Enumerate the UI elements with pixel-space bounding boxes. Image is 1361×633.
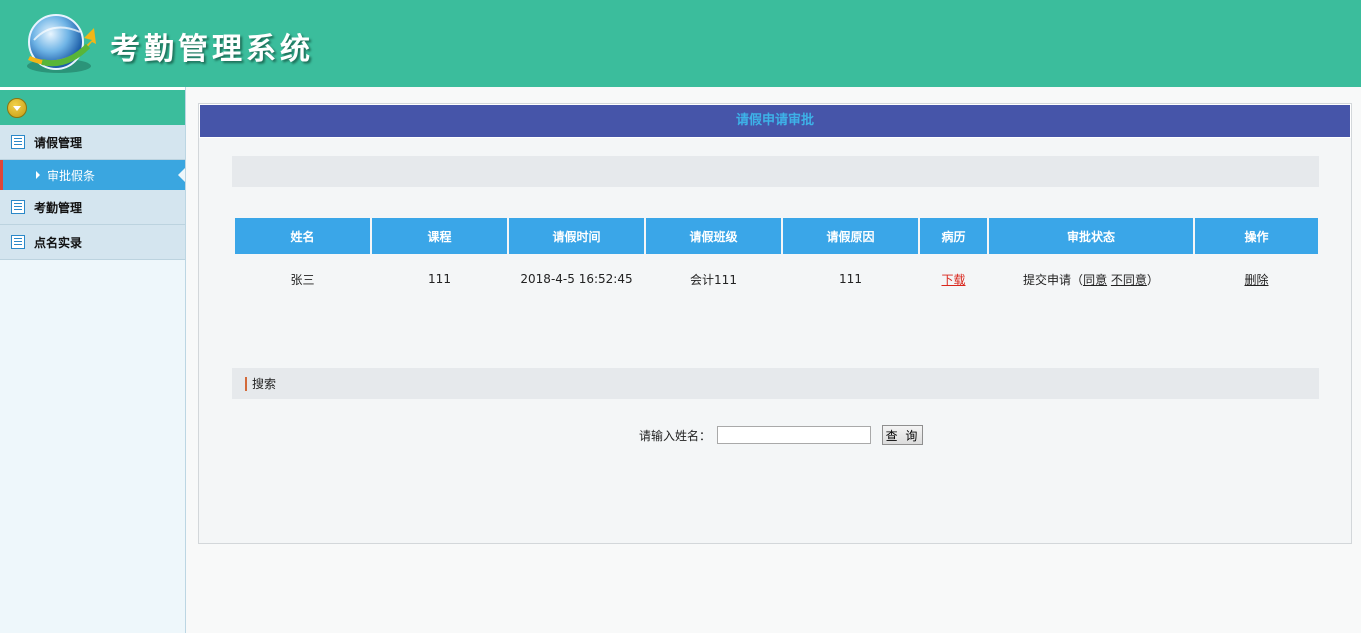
cell-time: 2018-4-5 16:52:45 [520,272,633,286]
column-header-reason: 请假原因 [783,218,918,254]
column-header-record: 病历 [920,218,987,254]
nav-group-label: 考勤管理 [34,200,83,215]
cell-action: 删除 [1195,254,1318,304]
table-row: 张三 111 2018-4-5 16:52:45 会计111 111 下载 提交… [235,254,1318,304]
approval-panel: 请假申请审批 姓名 课程 请假时间 请假班级 请假原因 病历 审批状态 操作 张… [198,103,1352,544]
agree-link[interactable]: 同意 [1083,273,1107,287]
nav-group-label: 点名实录 [34,235,83,250]
panel-title: 请假申请审批 [199,104,1351,138]
column-header-time: 请假时间 [509,218,644,254]
cell-class: 会计111 [690,272,737,287]
table-header-row: 姓名 课程 请假时间 请假班级 请假原因 病历 审批状态 操作 [235,218,1318,254]
search-field-label: 请输入姓名： [639,428,712,443]
nav-group-leave-management[interactable]: 请假管理 [0,125,185,160]
list-icon [11,235,25,249]
query-button[interactable]: 查 询 [882,425,924,445]
globe-logo-icon [27,14,96,73]
leave-requests-table: 姓名 课程 请假时间 请假班级 请假原因 病历 审批状态 操作 张三 111 2… [233,218,1320,304]
search-section-bar [232,368,1319,399]
nav-group-label: 请假管理 [34,135,83,150]
status-suffix: ） [1146,272,1159,287]
list-icon [11,200,25,214]
name-search-input[interactable] [717,426,872,444]
column-header-name: 姓名 [235,218,370,254]
collapse-toggle-icon[interactable] [7,98,27,118]
list-icon [11,135,25,149]
delete-link[interactable]: 删除 [1244,273,1268,287]
disagree-link[interactable]: 不同意 [1111,273,1147,287]
cell-reason: 111 [839,272,862,286]
column-header-class: 请假班级 [646,218,781,254]
search-section-label: 搜索 [245,377,276,391]
app-title: 考勤管理系统 [110,32,314,67]
column-header-action: 操作 [1195,218,1318,254]
cell-course: 111 [428,272,451,286]
app-header: 考勤管理系统 [0,0,1361,87]
column-header-course: 课程 [372,218,507,254]
nav-item-label: 审批假条 [47,168,96,183]
toolbar-bar [232,156,1319,187]
cell-record: 下载 [920,254,987,304]
cell-name: 张三 [290,272,315,287]
column-header-status: 审批状态 [989,218,1193,254]
nav-item-approve-leave[interactable]: 审批假条 [0,160,185,190]
caret-right-icon [36,171,40,179]
cell-status: 提交申请（同意 不同意） [989,254,1193,304]
nav-group-attendance-management[interactable]: 考勤管理 [0,190,185,225]
sidebar: 请假管理 审批假条 考勤管理 点名实录 [0,87,186,633]
download-record-link[interactable]: 下载 [941,273,965,287]
status-prefix: 提交申请（ [1023,272,1084,287]
search-row: 请输入姓名： 查 询 [639,425,924,445]
nav-group-roll-call-records[interactable]: 点名实录 [0,225,185,260]
sidebar-toggle-bar [0,87,185,125]
